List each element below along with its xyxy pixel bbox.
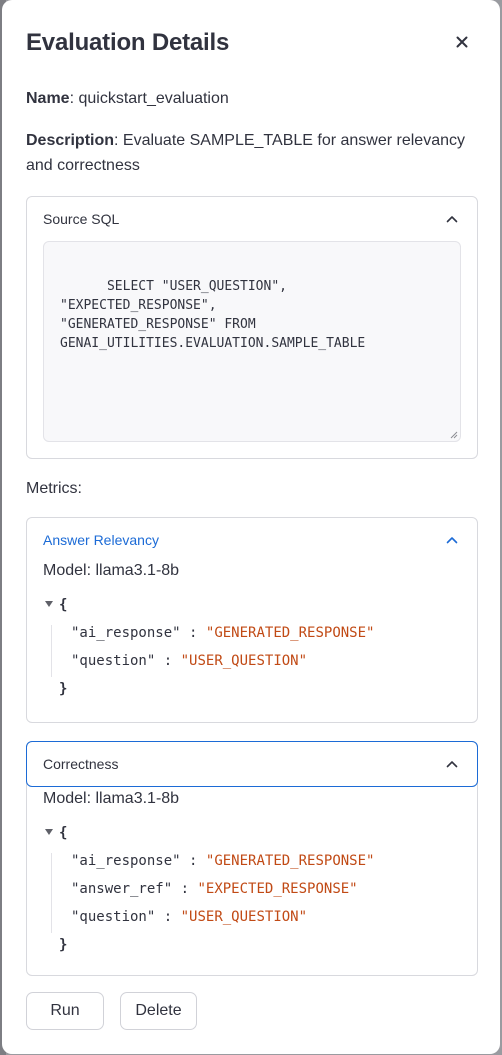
dialog-title: Evaluation Details: [26, 29, 230, 56]
run-button[interactable]: Run: [26, 992, 104, 1030]
json-entry: "question" : "USER_QUESTION": [71, 653, 308, 669]
json-close-row: }: [59, 937, 68, 953]
source-sql-label: Source SQL: [43, 211, 120, 227]
json-open-row[interactable]: {: [45, 591, 461, 619]
name-label: Name: [26, 90, 70, 107]
json-entry: "ai_response" : "GENERATED_RESPONSE": [71, 625, 375, 641]
chevron-up-icon: [443, 210, 461, 228]
description-label: Description: [26, 132, 115, 149]
chevron-up-icon: [443, 755, 461, 773]
evaluation-details-dialog: Evaluation Details Name: quickstart_eval…: [2, 0, 500, 1054]
close-button[interactable]: [450, 30, 474, 54]
source-sql-query: SELECT "USER_QUESTION", "EXPECTED_RESPON…: [60, 279, 366, 351]
collapse-triangle-icon[interactable]: [45, 601, 53, 607]
correctness-header[interactable]: Correctness: [26, 741, 478, 787]
name-row: Name: quickstart_evaluation: [26, 90, 229, 107]
chevron-up-icon: [443, 531, 461, 549]
dialog-header: Evaluation Details: [26, 0, 476, 86]
json-open-row[interactable]: {: [45, 819, 461, 847]
close-icon: [456, 36, 468, 48]
correctness-model: Model: llama3.1-8b: [43, 790, 180, 807]
answer-relevancy-json: { "ai_response" : "GENERATED_RESPONSE" "…: [27, 591, 477, 703]
correctness-label: Correctness: [43, 756, 119, 772]
name-value: quickstart_evaluation: [78, 90, 229, 107]
json-close-row: }: [59, 681, 68, 697]
collapse-triangle-icon[interactable]: [45, 829, 53, 835]
source-sql-expander: Source SQL SELECT "USER_QUESTION", "EXPE…: [26, 196, 478, 459]
resize-grip-icon[interactable]: [448, 429, 458, 439]
source-sql-header[interactable]: Source SQL: [27, 197, 477, 241]
correctness-expander: Correctness Model: llama3.1-8b { "ai_res…: [26, 741, 478, 976]
json-entry: "answer_ref" : "EXPECTED_RESPONSE": [71, 881, 358, 897]
description-row: Description: Evaluate SAMPLE_TABLE for a…: [26, 132, 465, 174]
answer-relevancy-label: Answer Relevancy: [43, 532, 159, 548]
json-entry: "question" : "USER_QUESTION": [71, 909, 308, 925]
answer-relevancy-expander: Answer Relevancy Model: llama3.1-8b { "a…: [26, 517, 478, 723]
answer-relevancy-model: Model: llama3.1-8b: [43, 562, 180, 579]
answer-relevancy-header[interactable]: Answer Relevancy: [27, 518, 477, 562]
correctness-json: { "ai_response" : "GENERATED_RESPONSE" "…: [27, 819, 477, 959]
metrics-heading: Metrics:: [26, 480, 82, 497]
json-entry: "ai_response" : "GENERATED_RESPONSE": [71, 853, 375, 869]
source-sql-textarea[interactable]: SELECT "USER_QUESTION", "EXPECTED_RESPON…: [43, 241, 461, 442]
delete-button[interactable]: Delete: [120, 992, 197, 1030]
